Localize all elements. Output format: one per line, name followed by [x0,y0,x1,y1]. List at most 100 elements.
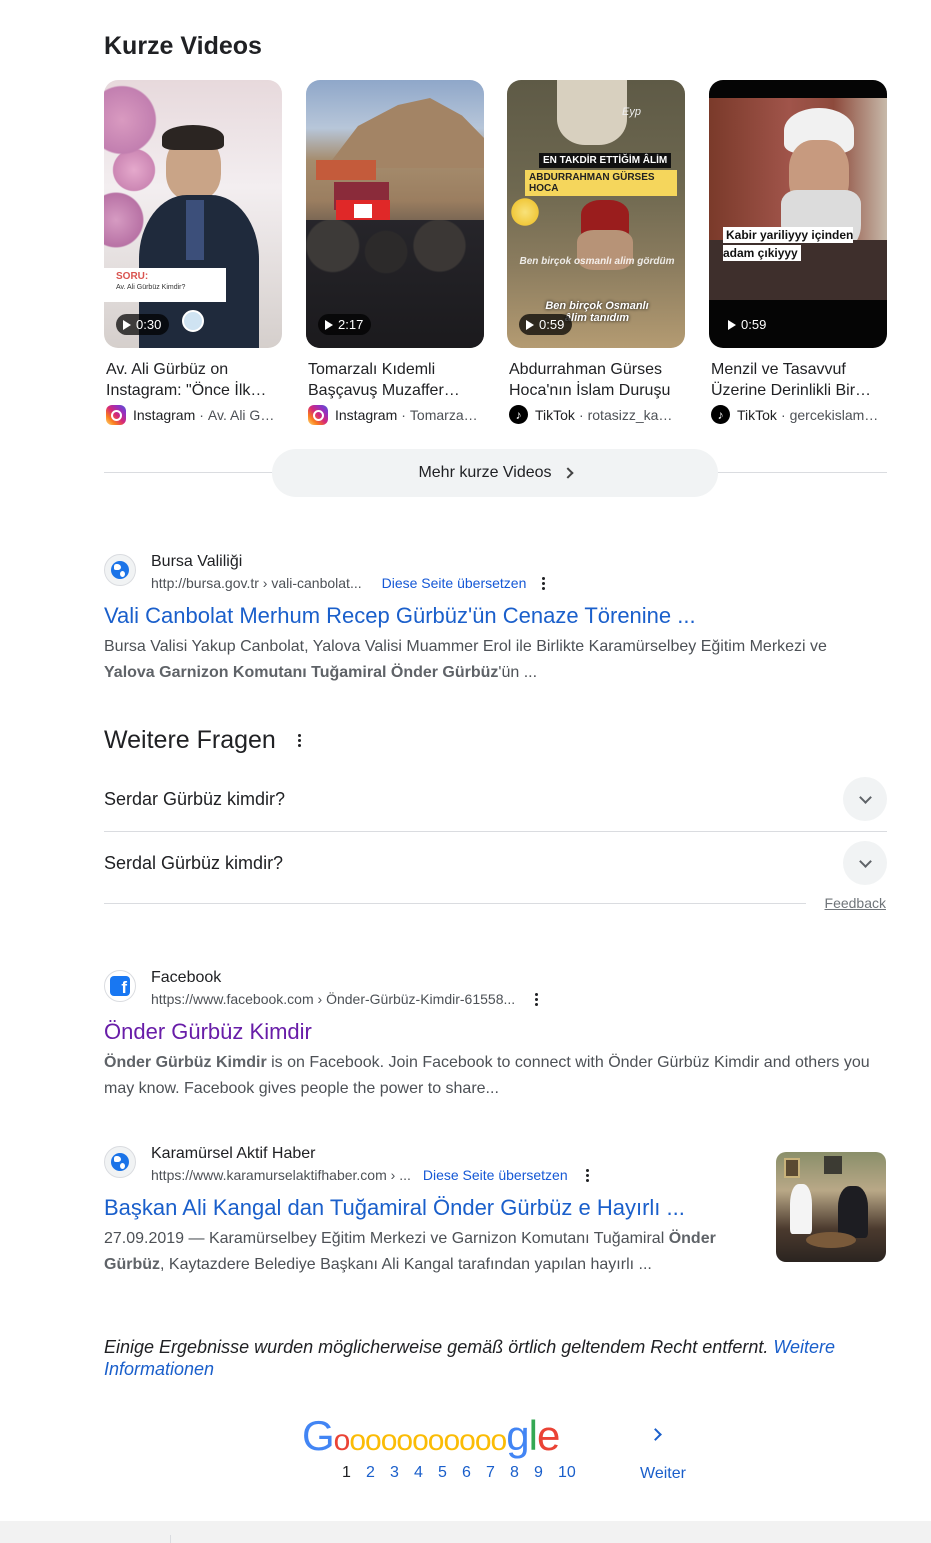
video-duration: 0:30 [116,314,170,335]
person-hair [162,125,224,150]
more-options-icon[interactable] [585,1168,589,1182]
instagram-icon [308,405,328,425]
headline-overlay: EN TAKDİR ETTİĞİM ÂLİM ABDURRAHMAN GÜRSE… [517,150,677,196]
logo-letter: o [349,1424,366,1457]
result-title-link[interactable]: Vali Canbolat Merhum Recep Gürbüz'ün Cen… [104,602,894,630]
search-result: Karamürsel Aktif Haber https://www.karam… [104,1144,764,1278]
google-pagination-logo: Gooooooooooogle [302,1412,560,1460]
site-favicon [104,554,136,586]
video-thumbnail[interactable]: 2:17 [306,80,484,348]
video-card[interactable]: SORU: Av. Ali Gürbüz Kimdir? 0:30 Av. Al… [104,80,282,425]
page-link[interactable]: 5 [438,1464,462,1482]
search-result: Bursa Valiliği http://bursa.gov.tr › val… [104,552,894,686]
video-source: Instagram · Tomarza… [308,405,484,425]
faq-question[interactable]: Serdar Gürbüz kimdir? [104,767,887,831]
video-title[interactable]: Av. Ali Gürbüz on Instagram: "Önce İlk… [106,359,282,401]
page-link[interactable]: 7 [486,1464,510,1482]
next-page-link[interactable]: Weiter [640,1465,686,1483]
result-title-link[interactable]: Başkan Ali Kangal dan Tuğamiral Önder Gü… [104,1194,764,1222]
wall-frame [784,1158,800,1178]
chevron-right-icon [561,467,574,479]
logo-letter: o [427,1424,445,1457]
play-icon [123,319,131,330]
video-title[interactable]: Abdurrahman Gürses Hoca'nın İslam Duruşu [509,359,685,401]
page-link[interactable]: 10 [558,1464,582,1482]
person-white [790,1184,812,1234]
flower-decoration [507,192,543,232]
page-link[interactable]: 9 [534,1464,558,1482]
question-overlay: SORU: Av. Ali Gürbüz Kimdir? [104,268,226,302]
video-source: ♪ TikTok · gercekislam… [711,405,887,424]
video-thumbnail[interactable]: SORU: Av. Ali Gürbüz Kimdir? 0:30 [104,80,282,348]
instagram-icon [106,405,126,425]
logo-badge [182,310,204,332]
logo-letter: G [302,1412,335,1459]
play-icon [728,319,736,330]
result-snippet: 27.09.2019 — Karamürselbey Eğitim Merkez… [104,1230,716,1273]
video-thumbnail[interactable]: Kabir yariliyyy içinden adam çıkiyyy 0:5… [709,80,887,348]
play-icon [325,319,333,330]
site-favicon [104,1146,136,1178]
chevron-down-icon[interactable] [843,777,887,821]
feedback-link[interactable]: Feedback [825,895,886,911]
more-button-label: Mehr kurze Videos [418,464,552,481]
video-duration: 0:59 [721,314,774,335]
tiktok-icon: ♪ [509,405,528,424]
more-options-icon[interactable] [535,992,539,1006]
result-snippet: Bursa Valisi Yakup Canbolat, Yalova Vali… [104,638,827,681]
video-thumbnail[interactable]: Eyp EN TAKDİR ETTİĞİM ÂLİM ABDURRAHMAN G… [507,80,685,348]
logo-letter: o [412,1424,429,1457]
divider [104,903,806,904]
video-card[interactable]: Eyp EN TAKDİR ETTİĞİM ÂLİM ABDURRAHMAN G… [507,80,685,424]
video-source: ♪ TikTok · rotasizz_ka… [509,405,685,424]
page-link[interactable]: 2 [366,1464,390,1482]
result-title-link[interactable]: Önder Gürbüz Kimdir [104,1018,894,1046]
more-options-icon[interactable] [542,576,546,590]
translate-link[interactable]: Diese Seite übersetzen [382,572,527,594]
caption-overlay: Kabir yariliyyy içinden adam çıkiyyy [723,227,854,261]
translate-link[interactable]: Diese Seite übersetzen [423,1164,568,1186]
video-card[interactable]: 2:17 Tomarzalı Kıdemli Başçavuş Muzaffer… [306,80,484,425]
video-duration: 0:59 [519,314,573,335]
url-text[interactable]: https://www.karamurselaktifhaber.com › .… [151,1164,411,1186]
play-icon [526,319,534,330]
subtitle-text: Ben birçok osmanlı alim gördüm [519,256,675,267]
elder-figure [557,80,627,145]
logo-letter: o [333,1424,351,1457]
pagination: Gooooooooooogle 1 2 3 4 5 6 7 8 9 10 Wei… [300,1412,700,1492]
globe-icon [111,1153,129,1171]
site-name[interactable]: Karamürsel Aktif Haber [151,1144,589,1164]
person-dark [838,1186,868,1238]
page-link[interactable]: 8 [510,1464,534,1482]
question-text: Serdar Gürbüz kimdir? [104,788,286,809]
table [806,1232,856,1248]
logo-letter: o [365,1424,382,1457]
video-title[interactable]: Tomarzalı Kıdemli Başçavuş Muzaffer… [308,359,484,401]
logo-letter: o [380,1424,398,1457]
site-url: http://bursa.gov.tr › vali-canbolat... D… [151,572,546,594]
page-link[interactable]: 3 [390,1464,414,1482]
more-short-videos-button[interactable]: Mehr kurze Videos [272,449,718,497]
video-card[interactable]: Kabir yariliyyy içinden adam çıkiyyy 0:5… [709,80,887,424]
logo-letter: l [528,1412,538,1459]
short-videos-carousel: SORU: Av. Ali Gürbüz Kimdir? 0:30 Av. Al… [104,80,887,430]
chevron-right-icon[interactable] [649,1428,662,1441]
result-thumbnail[interactable] [776,1152,886,1262]
faq-question[interactable]: Serdal Gürbüz kimdir? [104,831,887,895]
site-url: https://www.facebook.com › Önder-Gürbüz-… [151,988,539,1010]
more-options-icon[interactable] [297,734,301,747]
url-text[interactable]: https://www.facebook.com › Önder-Gürbüz-… [151,988,515,1010]
site-name[interactable]: Bursa Valiliği [151,552,545,572]
legal-notice: Einige Ergebnisse wurden möglicherweise … [104,1337,836,1379]
chevron-down-icon[interactable] [843,841,887,885]
page-link[interactable]: 4 [414,1464,438,1482]
logo-letter: o [396,1424,413,1457]
person-tie [186,200,204,260]
logo-letter: e [536,1412,560,1459]
site-name[interactable]: Facebook [151,968,538,988]
page-current: 1 [342,1464,351,1481]
page-link[interactable]: 6 [462,1464,486,1482]
video-title[interactable]: Menzil ve Tasavvuf Üzerine Derinlikli Bi… [711,359,887,401]
page-numbers: 1 2 3 4 5 6 7 8 9 10 [342,1464,582,1482]
url-text[interactable]: http://bursa.gov.tr › vali-canbolat... [151,572,362,594]
